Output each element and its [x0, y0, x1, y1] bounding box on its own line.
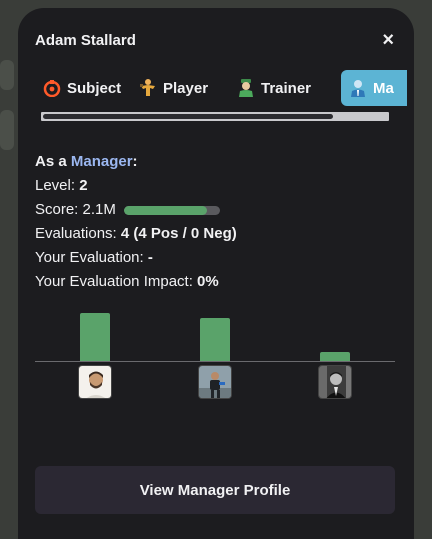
score-progress-fill	[123, 205, 208, 215]
score-label: Score:	[35, 201, 79, 218]
impact-label: Your Evaluation Impact:	[35, 273, 193, 290]
subject-icon	[41, 77, 63, 99]
score-progress-bar	[123, 205, 220, 215]
role-suffix: :	[132, 153, 138, 170]
score-row: Score: 2.1M	[35, 198, 237, 222]
your-evaluation-label: Your Evaluation:	[35, 249, 144, 266]
avatar[interactable]	[318, 365, 352, 399]
chart-bar	[200, 318, 230, 361]
profile-popup: Adam Stallard × Subject Player Trainer M…	[18, 8, 414, 539]
level-value: 2	[79, 177, 88, 194]
impact-value: 0%	[197, 273, 219, 290]
chart-baseline	[35, 361, 395, 362]
scrollbar-thumb[interactable]	[43, 114, 333, 119]
tab-subject[interactable]: Subject	[35, 70, 127, 106]
avatar[interactable]	[198, 365, 232, 399]
tabs-scrollbar[interactable]	[41, 112, 389, 121]
your-evaluation-row: Your Evaluation: -	[35, 246, 237, 270]
level-row: Level: 2	[35, 174, 237, 198]
avatar[interactable]	[78, 365, 112, 399]
chart-bar	[320, 352, 350, 361]
chart-bar	[80, 313, 110, 361]
manager-stats: As a Manager: Level: 2 Score: 2.1M Evalu…	[35, 150, 237, 294]
tab-trainer[interactable]: Trainer	[229, 70, 317, 106]
role-name: Manager	[70, 153, 133, 170]
tab-label: Player	[163, 79, 209, 97]
view-manager-profile-button[interactable]: View Manager Profile	[35, 466, 395, 514]
manager-icon	[347, 77, 369, 99]
level-label: Level:	[35, 177, 76, 194]
your-evaluation-value: -	[147, 249, 153, 266]
tab-manager[interactable]: Ma	[341, 70, 407, 106]
role-heading: As a Manager:	[35, 150, 237, 174]
tab-label: Subject	[67, 79, 122, 97]
as-a-prefix: As a	[35, 153, 67, 170]
score-value: 2.1M	[82, 201, 116, 218]
tab-label: Trainer	[261, 79, 312, 97]
trainer-icon	[235, 77, 257, 99]
player-icon	[137, 77, 159, 99]
tab-label: Ma	[373, 79, 394, 97]
role-tabs: Subject Player Trainer Ma	[35, 70, 407, 106]
background-blur	[0, 60, 14, 90]
evaluator-bar-chart	[35, 303, 395, 403]
evaluations-value: 4 (4 Pos / 0 Neg)	[120, 225, 237, 242]
evaluations-row: Evaluations: 4 (4 Pos / 0 Neg)	[35, 222, 237, 246]
impact-row: Your Evaluation Impact: 0%	[35, 270, 237, 294]
close-icon[interactable]: ×	[382, 30, 394, 50]
evaluations-label: Evaluations:	[35, 225, 117, 242]
background-blur	[0, 110, 14, 150]
user-name-title: Adam Stallard	[35, 32, 136, 49]
tab-player[interactable]: Player	[131, 70, 214, 106]
